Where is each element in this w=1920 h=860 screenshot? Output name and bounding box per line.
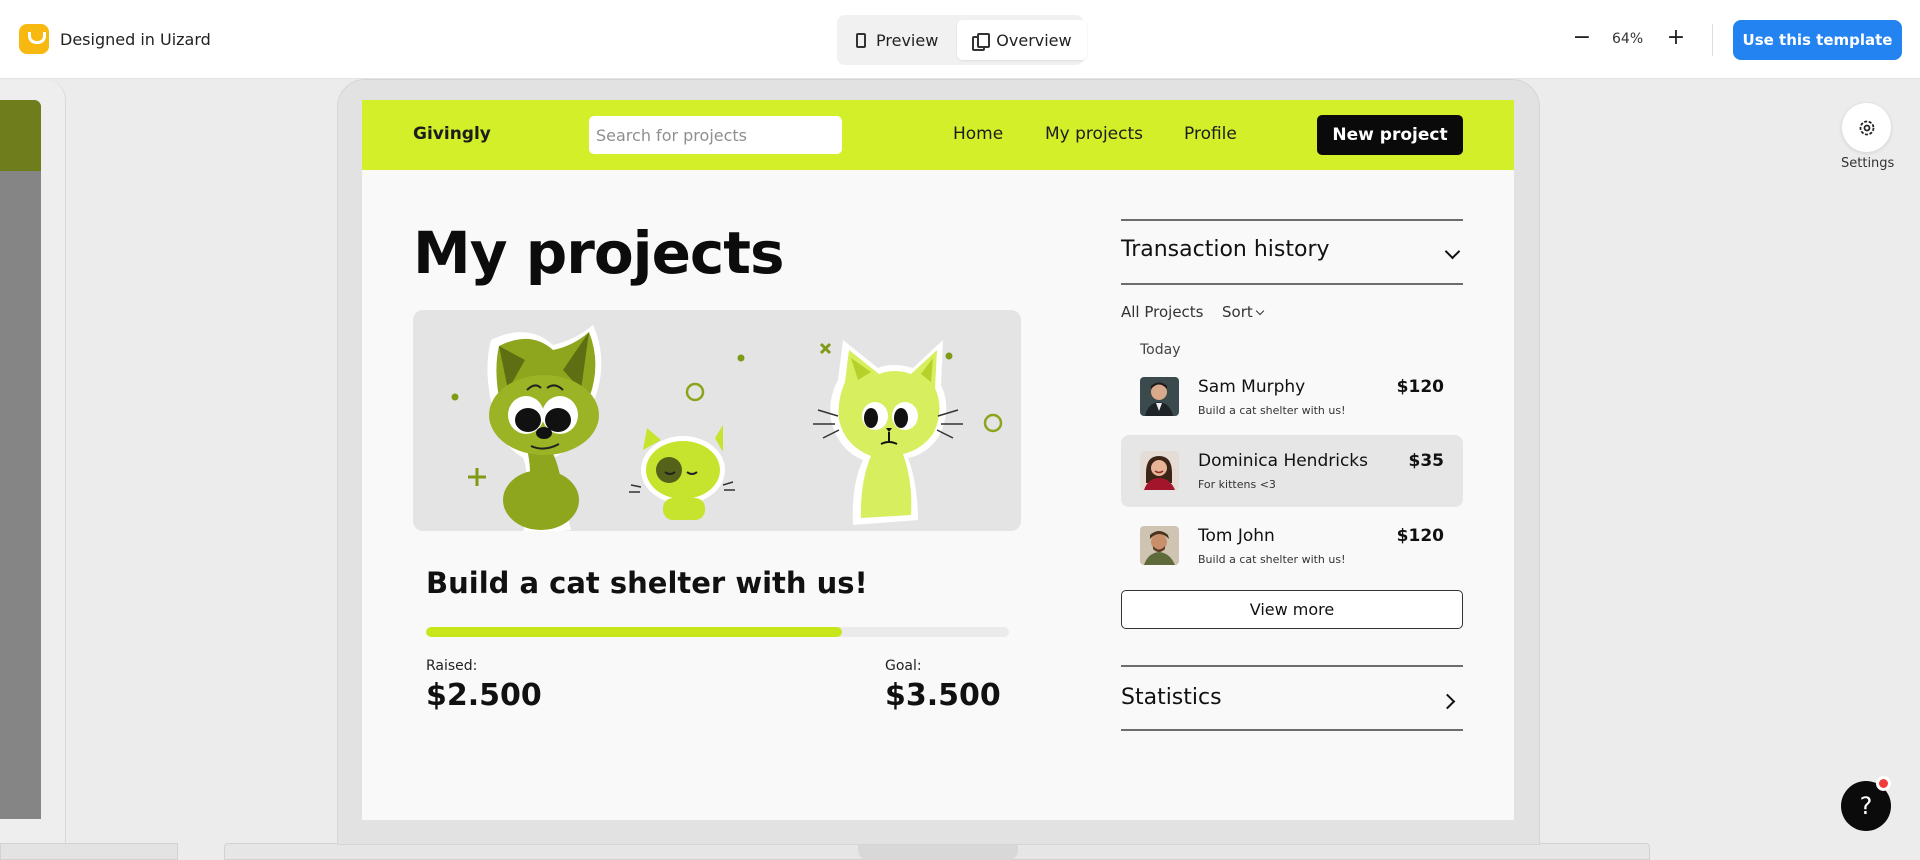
transaction-history-title[interactable]: Transaction history (1121, 237, 1330, 262)
app-screen: Givingly Home My projects Profile New pr… (362, 100, 1514, 820)
toolbar-divider (1712, 24, 1713, 56)
funding-progress-bar (426, 627, 1009, 637)
zoom-in-button[interactable]: + (1665, 27, 1687, 49)
donor-name: Sam Murphy (1198, 377, 1306, 397)
sort-label: Sort (1222, 303, 1253, 321)
donation-amount: $35 (1408, 451, 1445, 471)
app-navbar: Givingly Home My projects Profile New pr… (362, 100, 1514, 170)
dot-decoration (737, 354, 745, 362)
goal-value: $3.500 (885, 678, 1001, 713)
donation-amount: $120 (1396, 377, 1444, 397)
date-group-label: Today (1140, 342, 1181, 358)
goal-label: Goal: (885, 658, 922, 674)
overview-label: Overview (996, 30, 1072, 50)
chevron-right-icon[interactable] (1439, 693, 1456, 710)
use-template-button[interactable]: Use this template (1733, 20, 1902, 60)
project-title[interactable]: Build a cat shelter with us! (426, 566, 868, 600)
device-notch (858, 844, 1018, 860)
divider (1121, 283, 1463, 285)
plus-icon: + (1666, 25, 1686, 50)
chevron-down-icon[interactable] (1444, 243, 1461, 260)
page-title: My projects (413, 219, 785, 287)
kitten (629, 425, 735, 520)
donation-note: Build a cat shelter with us! (1198, 404, 1346, 417)
filter-all-projects[interactable]: All Projects (1121, 303, 1204, 321)
donation-amount: $120 (1396, 526, 1444, 546)
ring-decoration (685, 382, 705, 402)
nav-link-my-projects[interactable]: My projects (1045, 124, 1143, 144)
divider (1121, 665, 1463, 667)
funding-progress-fill (426, 627, 843, 637)
pages-icon (972, 33, 991, 51)
zoom-level: 64% (1612, 31, 1644, 47)
app-logo[interactable]: Givingly (413, 124, 491, 144)
brand-text: Designed in Uizard (60, 29, 211, 49)
adjacent-device-base (0, 843, 178, 860)
preview-button[interactable]: Preview (841, 20, 953, 60)
raised-label: Raised: (426, 658, 478, 674)
minus-icon: − (1572, 25, 1592, 50)
raised-value: $2.500 (426, 678, 542, 713)
transaction-row[interactable]: Sam Murphy Build a cat shelter with us! … (1121, 361, 1463, 433)
notification-badge (1876, 776, 1891, 791)
nav-link-home[interactable]: Home (953, 124, 1003, 144)
donation-note: Build a cat shelter with us! (1198, 553, 1346, 566)
help-icon: ? (1859, 792, 1873, 820)
cats-illustration (451, 325, 1003, 531)
divider (1121, 729, 1463, 731)
olive-cat (487, 325, 602, 531)
transaction-row[interactable]: Dominica Hendricks For kittens <3 $35 (1121, 435, 1463, 507)
donation-note: For kittens <3 (1198, 478, 1276, 491)
phone-icon (856, 32, 866, 48)
view-mode-toggle: Preview Overview (837, 15, 1087, 65)
x-decoration (819, 342, 832, 355)
dot-decoration (451, 393, 459, 401)
lime-cat (813, 340, 963, 525)
sort-dropdown[interactable]: Sort (1222, 303, 1264, 321)
adjacent-screen-preview[interactable] (0, 100, 41, 819)
search-input[interactable] (589, 116, 842, 154)
transaction-row[interactable]: Tom John Build a cat shelter with us! $1… (1121, 510, 1463, 582)
project-hero-illustration (413, 310, 1021, 531)
chevron-down-icon (1255, 306, 1264, 316)
nav-link-profile[interactable]: Profile (1184, 124, 1237, 144)
statistics-title[interactable]: Statistics (1121, 685, 1222, 710)
avatar (1140, 526, 1179, 565)
divider (1121, 219, 1463, 221)
overview-button[interactable]: Overview (957, 20, 1087, 60)
donor-name: Dominica Hendricks (1198, 451, 1369, 471)
new-project-button[interactable]: New project (1317, 115, 1463, 155)
adjacent-screen-header (0, 100, 41, 171)
preview-label: Preview (876, 30, 939, 50)
view-more-button[interactable]: View more (1121, 590, 1463, 629)
zoom-out-button[interactable]: − (1571, 25, 1593, 50)
settings-label: Settings (1841, 156, 1895, 171)
uizard-logo-icon (19, 24, 49, 54)
donor-name: Tom John (1198, 526, 1275, 546)
brand[interactable]: Designed in Uizard (19, 24, 211, 54)
dot-decoration (945, 352, 953, 360)
settings-button[interactable] (1842, 103, 1891, 152)
avatar (1140, 377, 1179, 416)
plus-decoration (468, 468, 486, 486)
ring-decoration (983, 413, 1003, 433)
avatar (1140, 451, 1179, 490)
gear-icon (1859, 120, 1874, 135)
top-toolbar: Designed in Uizard Preview Overview − 64… (0, 0, 1920, 79)
